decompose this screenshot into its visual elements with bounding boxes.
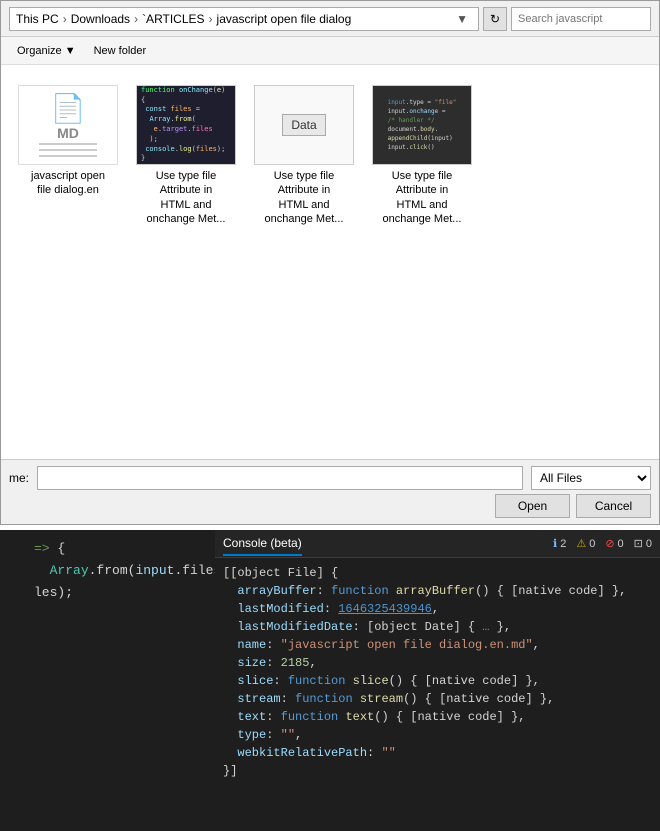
md-icon: 📄 MD [19, 86, 117, 164]
filename-row: me: All Files [9, 466, 651, 490]
console-indicators: ℹ 2 ⚠ 0 ⊘ 0 ⊡ 0 [553, 537, 652, 550]
warn-count: 0 [589, 538, 595, 550]
info-indicator: ℹ 2 [553, 537, 566, 550]
breadcrumb-downloads[interactable]: Downloads [71, 12, 130, 26]
other-count: 0 [646, 538, 652, 550]
filename-input[interactable] [37, 466, 523, 490]
console-line: text: function text() { [native code] }, [223, 708, 652, 726]
file-area: 📄 MD javascript openfile dialog.en funct… [1, 65, 659, 459]
data-label: Data [282, 114, 325, 136]
breadcrumb-sep3: › [209, 12, 213, 26]
breadcrumb[interactable]: This PC › Downloads › `ARTICLES › javasc… [9, 7, 479, 31]
list-item[interactable]: Data Use type fileAttribute inHTML andon… [249, 77, 359, 234]
file-open-dialog: This PC › Downloads › `ARTICLES › javasc… [0, 0, 660, 525]
console-line: lastModifiedDate: [object Date] { … }, [223, 618, 652, 636]
editor-line: les); [2, 582, 211, 604]
file-name: Use type fileAttribute inHTML andonchang… [265, 169, 344, 226]
breadcrumb-articles[interactable]: `ARTICLES [142, 12, 204, 26]
code-line: Array.from(input.files); [34, 560, 215, 582]
code-line: => { [34, 538, 65, 560]
editor-line: => { [2, 538, 211, 560]
console-line: arrayBuffer: function arrayBuffer() { [n… [223, 582, 652, 600]
console-tab-bar: Console (beta) ℹ 2 ⚠ 0 ⊘ 0 ⊡ 0 [215, 530, 660, 558]
file-thumbnail: 📄 MD [18, 85, 118, 165]
error-icon: ⊘ [605, 537, 614, 550]
console-line: webkitRelativePath: "" [223, 744, 652, 762]
list-item[interactable]: 📄 MD javascript openfile dialog.en [13, 77, 123, 234]
filetype-select[interactable]: All Files [531, 466, 651, 490]
warn-indicator: ⚠ 0 [576, 537, 595, 550]
list-item[interactable]: input.type = "file" input.onchange = /* … [367, 77, 477, 234]
editor-line: Array.from(input.files); [2, 560, 211, 582]
console-line: size: 2185, [223, 654, 652, 672]
open-button[interactable]: Open [495, 494, 570, 518]
address-bar: This PC › Downloads › `ARTICLES › javasc… [1, 1, 659, 37]
file-name: Use type fileAttribute inHTML andonchang… [383, 169, 462, 226]
reload-button[interactable]: ↻ [483, 7, 507, 31]
console-line: name: "javascript open file dialog.en.md… [223, 636, 652, 654]
file-thumbnail: function onChange(e) { const files = Arr… [136, 85, 236, 165]
new-folder-button[interactable]: New folder [86, 43, 155, 59]
breadcrumb-current[interactable]: javascript open file dialog [217, 12, 352, 26]
code-preview-2: input.type = "file" input.onchange = /* … [385, 95, 460, 155]
search-input[interactable] [511, 7, 651, 31]
console-line: }] [223, 762, 652, 780]
error-indicator: ⊘ 0 [605, 537, 623, 550]
editor-code: => { Array.from(input.files); les); [0, 530, 215, 608]
filename-label: me: [9, 471, 29, 485]
error-count: 0 [618, 538, 624, 550]
console-line: slice: function slice() { [native code] … [223, 672, 652, 690]
warn-icon: ⚠ [576, 537, 586, 550]
editor-panel: => { Array.from(input.files); les); [0, 530, 215, 831]
console-output: [[object File] { arrayBuffer: function a… [215, 558, 660, 831]
file-name: javascript openfile dialog.en [31, 169, 105, 198]
cancel-button[interactable]: Cancel [576, 494, 651, 518]
dialog-buttons: Open Cancel [9, 494, 651, 518]
list-item[interactable]: function onChange(e) { const files = Arr… [131, 77, 241, 234]
breadcrumb-sep1: › [63, 12, 67, 26]
console-line: [[object File] { [223, 564, 652, 582]
console-panel: Console (beta) ℹ 2 ⚠ 0 ⊘ 0 ⊡ 0 [[object … [215, 530, 660, 831]
file-thumbnail: Data [254, 85, 354, 165]
other-icon: ⊡ [634, 537, 643, 550]
console-tab[interactable]: Console (beta) [223, 532, 302, 556]
code-preview: function onChange(e) { const files = Arr… [137, 85, 235, 165]
console-line: type: "", [223, 726, 652, 744]
console-line: lastModified: 1646325439946, [223, 600, 652, 618]
info-count: 2 [560, 538, 566, 550]
organize-button[interactable]: Organize ▼ [9, 43, 84, 59]
info-icon: ℹ [553, 537, 557, 550]
code-line: les); [34, 582, 73, 604]
console-line: stream: function stream() { [native code… [223, 690, 652, 708]
breadcrumb-sep2: › [134, 12, 138, 26]
chevron-down-icon[interactable]: ▼ [452, 12, 472, 26]
breadcrumb-thispc[interactable]: This PC [16, 12, 59, 26]
file-name: Use type fileAttribute inHTML andonchang… [147, 169, 226, 226]
file-thumbnail: input.type = "file" input.onchange = /* … [372, 85, 472, 165]
other-indicator: ⊡ 0 [634, 537, 652, 550]
dialog-bottom-bar: me: All Files Open Cancel [1, 459, 659, 524]
toolbar: Organize ▼ New folder [1, 37, 659, 65]
